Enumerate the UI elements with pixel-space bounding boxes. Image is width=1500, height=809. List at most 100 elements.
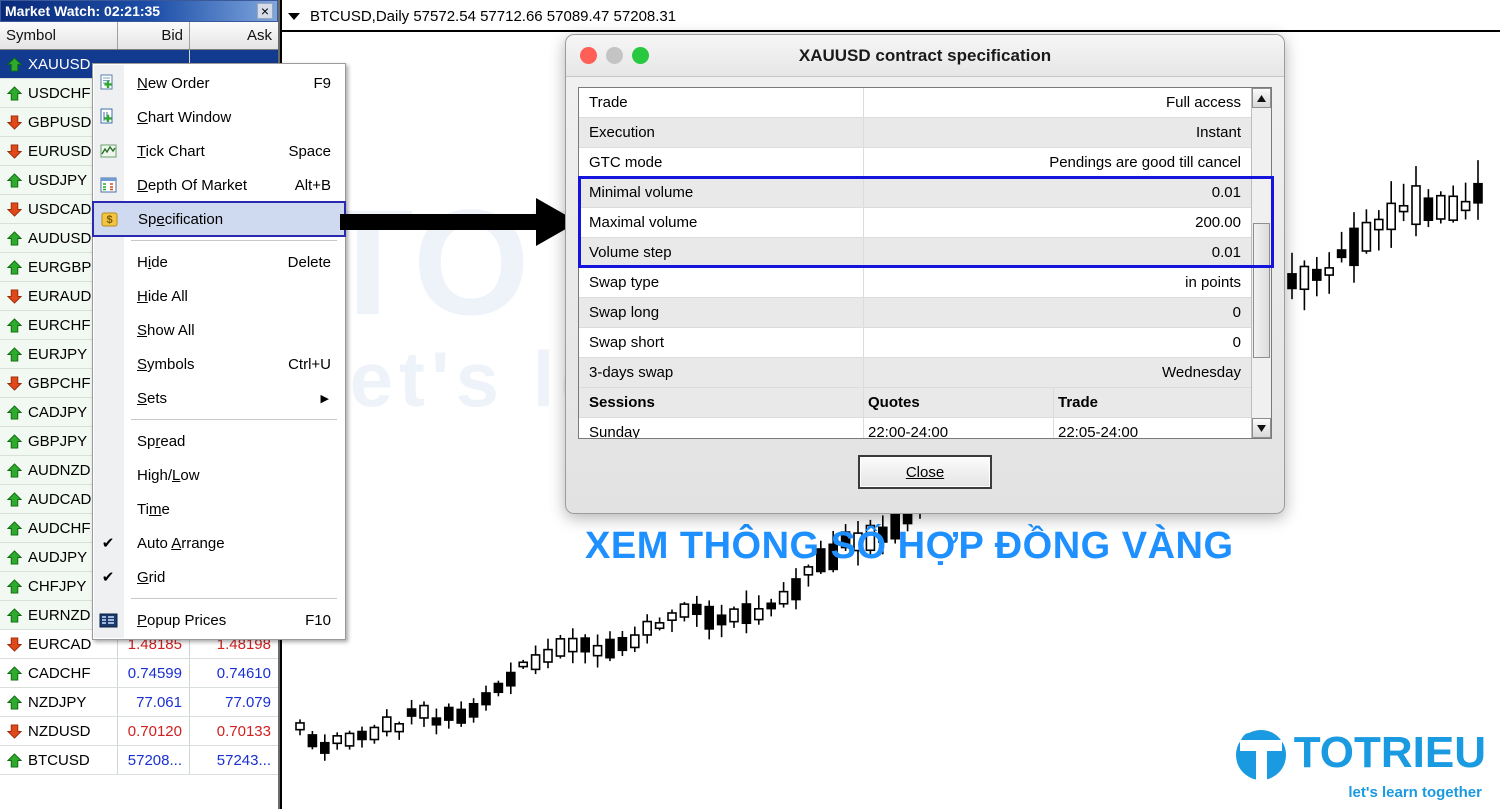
triangle-down-icon[interactable]	[1252, 418, 1271, 438]
triangle-up-icon[interactable]	[1252, 88, 1271, 108]
chart-symbol-text: BTCUSD,Daily 57572.54 57712.66 57089.47 …	[310, 7, 677, 25]
specification-key: 3-days swap	[579, 358, 864, 387]
specification-row[interactable]: Trade Full access	[579, 88, 1251, 118]
specification-value: Full access	[1165, 94, 1241, 111]
market-watch-row[interactable]: NZDJPY 77.061 77.079	[0, 688, 278, 717]
contract-specification-dialog[interactable]: XAUUSD contract specification Trade Full …	[565, 34, 1285, 514]
menu-item-specification[interactable]: $ Specification	[92, 201, 346, 237]
window-maximize-icon[interactable]	[632, 47, 649, 64]
symbol-label: AUDUSD	[28, 229, 92, 247]
specification-row[interactable]: Maximal volume 200.00	[579, 208, 1251, 238]
menu-item-grid[interactable]: ✔ Grid	[93, 560, 345, 594]
arrow-down-icon	[7, 201, 22, 217]
column-header-ask[interactable]: Ask	[190, 22, 278, 49]
menu-item-popup-prices[interactable]: Popup Prices F10	[93, 603, 345, 637]
market-watch-titlebar: Market Watch: 02:21:35 ×	[0, 0, 278, 22]
specification-key: Execution	[579, 118, 864, 147]
arrow-up-icon	[7, 665, 22, 681]
menu-item-time[interactable]: Time	[93, 492, 345, 526]
specification-row[interactable]: Swap long 0	[579, 298, 1251, 328]
market-watch-row[interactable]: NZDUSD 0.70120 0.70133	[0, 717, 278, 746]
checkmark-icon: ✔	[101, 569, 115, 586]
popup-prices-icon	[93, 603, 123, 637]
specification-row[interactable]: Swap type in points	[579, 268, 1251, 298]
bid-cell: 0.70120	[118, 717, 190, 745]
ask-cell: 57243...	[216, 751, 271, 769]
menu-item-label: New Order	[137, 74, 210, 92]
specification-row[interactable]: Minimal volume 0.01	[579, 178, 1251, 208]
menu-item-accelerator: Ctrl+U	[288, 355, 331, 373]
ask-cell: 77.079	[225, 693, 271, 711]
window-close-icon[interactable]	[580, 47, 597, 64]
arrow-down-icon	[7, 636, 22, 652]
caret-down-icon[interactable]	[288, 12, 300, 20]
specification-key: Swap type	[579, 268, 864, 297]
menu-item-accelerator: Alt+B	[294, 176, 331, 194]
specification-row[interactable]: 3-days swap Wednesday	[579, 358, 1251, 388]
symbol-label: AUDCAD	[28, 490, 92, 508]
menu-item-label: Hide	[137, 253, 168, 271]
market-watch-row[interactable]: CADCHF 0.74599 0.74610	[0, 659, 278, 688]
scrollbar-thumb[interactable]	[1253, 223, 1270, 358]
menu-item-hide-all[interactable]: Hide All	[93, 279, 345, 313]
svg-text:$: $	[106, 214, 112, 226]
specification-key: Swap long	[579, 298, 864, 327]
symbol-label: EURNZD	[28, 606, 91, 624]
menu-item-high-low[interactable]: High/Low	[93, 458, 345, 492]
menu-item-auto-arrange[interactable]: ✔ Auto Arrange	[93, 526, 345, 560]
chart-symbol-header[interactable]: BTCUSD,Daily 57572.54 57712.66 57089.47 …	[282, 4, 676, 28]
menu-item-chart-window[interactable]: Chart Window	[93, 100, 345, 134]
depth-market-icon	[93, 168, 123, 202]
specification-row[interactable]: Execution Instant	[579, 118, 1251, 148]
market-watch-row[interactable]: BTCUSD 57208... 57243...	[0, 746, 278, 775]
logo-wordmark: TOTRIEU	[1293, 728, 1486, 777]
specification-value: 200.00	[1195, 214, 1241, 231]
arrow-up-icon	[7, 259, 22, 275]
specification-row[interactable]: GTC mode Pendings are good till cancel	[579, 148, 1251, 178]
chart-window-icon	[93, 100, 123, 134]
totrieu-logo: TOTRIEU let's learn together	[1232, 724, 1486, 801]
vertical-scrollbar[interactable]	[1251, 88, 1271, 438]
symbol-cell: CADCHF	[0, 659, 118, 687]
menu-item-tick-chart[interactable]: Tick Chart Space	[93, 134, 345, 168]
column-header-bid[interactable]: Bid	[118, 22, 190, 49]
arrow-down-icon	[7, 114, 22, 130]
menu-item-icon-empty	[93, 424, 123, 458]
specification-row[interactable]: Volume step 0.01	[579, 238, 1251, 268]
arrow-up-icon	[7, 85, 22, 101]
arrow-up-icon	[7, 607, 22, 623]
session-row[interactable]: Sunday 22:00-24:00 22:05-24:00	[579, 418, 1251, 438]
arrow-up-icon	[7, 491, 22, 507]
specification-value: Wednesday	[1162, 364, 1241, 381]
menu-item-sets[interactable]: Sets ▶	[93, 381, 345, 415]
menu-item-accelerator: F10	[305, 611, 331, 629]
close-button[interactable]: Close	[858, 455, 992, 489]
symbol-label: EURCHF	[28, 316, 91, 334]
menu-item-hide[interactable]: Hide Delete	[93, 245, 345, 279]
bid-cell: 57208...	[118, 746, 190, 774]
specification-key: Trade	[579, 88, 864, 117]
arrow-up-icon	[7, 404, 22, 420]
tick-chart-icon	[100, 144, 116, 157]
menu-item-label: Grid	[137, 568, 166, 586]
menu-item-depth-of-market[interactable]: Depth Of Market Alt+B	[93, 168, 345, 202]
ask-cell: 0.70133	[216, 722, 271, 740]
window-minimize-icon[interactable]	[606, 47, 623, 64]
arrow-up-icon	[7, 56, 22, 72]
annotation-caption: XEM THÔNG SỐ HỢP ĐỒNG VÀNG	[585, 525, 1234, 567]
menu-item-new-order[interactable]: New Order F9	[93, 66, 345, 100]
menu-item-symbols[interactable]: Symbols Ctrl+U	[93, 347, 345, 381]
symbol-label: AUDCHF	[28, 519, 91, 537]
specification-table: Trade Full access Execution Instant GTC mode…	[579, 88, 1251, 438]
close-icon[interactable]: ×	[257, 3, 273, 19]
menu-item-show-all[interactable]: Show All	[93, 313, 345, 347]
menu-item-spread[interactable]: Spread	[93, 424, 345, 458]
menu-item-label: High/Low	[137, 466, 200, 484]
market-watch-context-menu[interactable]: New Order F9 Chart Window Tick Chart Space De…	[92, 63, 346, 640]
chevron-right-icon: ▶	[320, 392, 329, 405]
column-header-symbol[interactable]: Symbol	[0, 22, 118, 49]
specification-row[interactable]: Swap short 0	[579, 328, 1251, 358]
symbol-label: NZDJPY	[28, 693, 87, 711]
menu-item-label: Symbols	[137, 355, 195, 373]
menu-item-icon-empty	[93, 492, 123, 526]
